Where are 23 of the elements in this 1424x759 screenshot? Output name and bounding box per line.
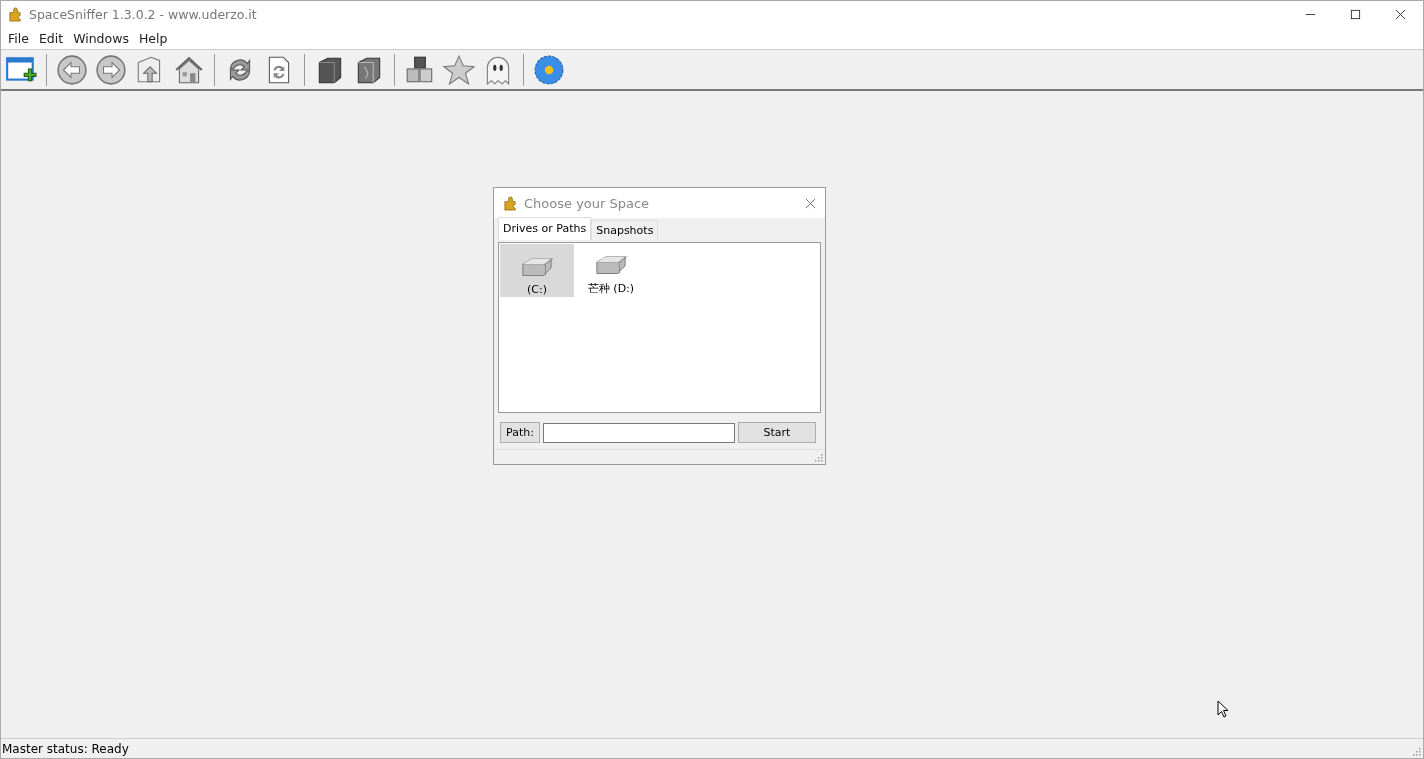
drive-label: (C:) bbox=[527, 283, 547, 296]
window-title: SpaceSniffer 1.3.0.2 - www.uderzo.it bbox=[29, 7, 257, 22]
menu-item[interactable]: File bbox=[3, 31, 34, 46]
path-input-field[interactable] bbox=[542, 422, 735, 443]
close-icon[interactable] bbox=[805, 197, 816, 209]
puzzle-piece-icon bbox=[8, 7, 23, 22]
drive-item[interactable]: 芒种 (D:) bbox=[574, 244, 648, 297]
tab[interactable]: Drives or Paths bbox=[498, 217, 592, 240]
dialog-title: Choose your Space bbox=[524, 195, 650, 211]
puzzle-piece-icon bbox=[503, 195, 518, 211]
menu-item[interactable]: Windows bbox=[68, 31, 134, 46]
path-label: Path: bbox=[500, 422, 540, 443]
menu-item[interactable]: Help bbox=[133, 31, 173, 46]
status-text: Master status: Ready bbox=[2, 741, 129, 756]
drive-item[interactable]: (C:) bbox=[500, 244, 574, 297]
start-button[interactable]: Start bbox=[737, 422, 816, 443]
star-icon[interactable] bbox=[443, 53, 475, 86]
resize-grip-icon[interactable] bbox=[1413, 748, 1421, 756]
menu-item[interactable]: Edit bbox=[33, 31, 69, 46]
tab[interactable]: Snapshots bbox=[591, 220, 659, 240]
drive-label: 芒种 (D:) bbox=[587, 281, 635, 296]
mouse-cursor-icon bbox=[1217, 700, 1229, 719]
resize-grip-icon[interactable] bbox=[815, 454, 823, 462]
